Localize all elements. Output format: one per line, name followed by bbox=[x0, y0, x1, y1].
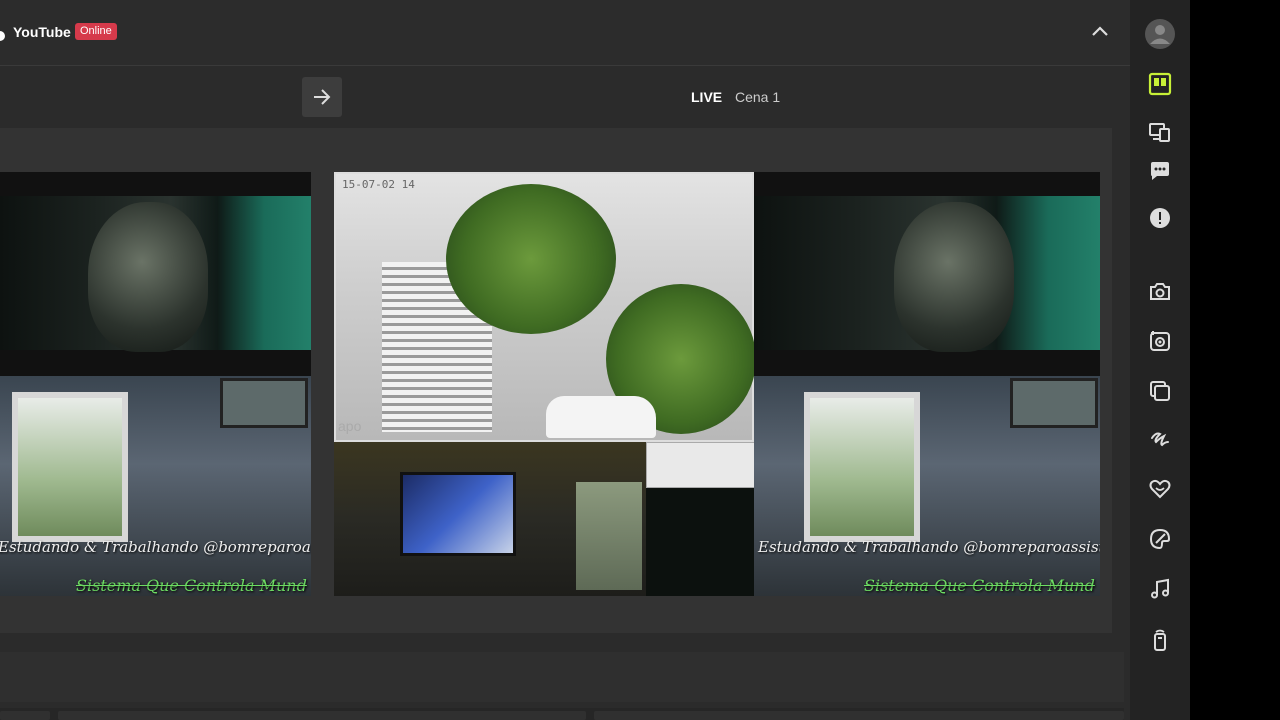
right-dock bbox=[1130, 0, 1190, 720]
platform-name: YouTube bbox=[13, 24, 71, 40]
layout-button[interactable] bbox=[1144, 68, 1176, 100]
plant-leaves bbox=[446, 184, 616, 334]
themes-button[interactable] bbox=[1144, 523, 1176, 555]
studio-app: YouTube Online LIVE Cena 1 Estudando & T… bbox=[0, 0, 1280, 720]
youtube-logo-icon bbox=[0, 31, 5, 41]
preview-panel-right[interactable]: Estudando & Trabalhando @bomreparoassist… bbox=[754, 172, 1100, 596]
transition-button[interactable] bbox=[302, 77, 342, 117]
strip-cell bbox=[0, 711, 50, 720]
person-face bbox=[894, 202, 1014, 352]
draw-button[interactable] bbox=[1144, 424, 1176, 456]
layers-button[interactable] bbox=[1144, 375, 1176, 407]
camera-button[interactable] bbox=[1144, 276, 1176, 308]
music-button[interactable] bbox=[1144, 573, 1176, 605]
snapshot-button[interactable] bbox=[1144, 325, 1176, 357]
fridge bbox=[576, 482, 642, 590]
remote-icon bbox=[1154, 629, 1166, 651]
snapshot-icon bbox=[1150, 331, 1170, 351]
destination-header: YouTube Online bbox=[0, 0, 1130, 66]
arrow-right-icon bbox=[314, 89, 331, 105]
donations-button[interactable] bbox=[1144, 473, 1176, 505]
person-face bbox=[88, 202, 208, 352]
layout-icon bbox=[1148, 72, 1172, 96]
tv-screen bbox=[220, 378, 308, 428]
monitor bbox=[400, 472, 516, 556]
program-preview[interactable]: 15-07-02 14 apo bbox=[334, 172, 764, 596]
room-scene bbox=[0, 376, 311, 596]
tv-screen bbox=[1010, 378, 1098, 428]
heart-icon bbox=[1149, 479, 1171, 499]
window bbox=[12, 392, 128, 542]
desk-camera-feed bbox=[334, 442, 646, 596]
alerts-button[interactable] bbox=[1144, 202, 1176, 234]
film-scene bbox=[754, 196, 1100, 352]
scene-name: Cena 1 bbox=[735, 89, 781, 105]
room-scene bbox=[754, 376, 1100, 596]
alert-icon bbox=[1150, 208, 1170, 228]
main-area: YouTube Online LIVE Cena 1 Estudando & T… bbox=[0, 0, 1130, 720]
scene-bar: LIVE Cena 1 bbox=[0, 67, 1130, 127]
chat-button[interactable] bbox=[1144, 155, 1176, 187]
chat-icon bbox=[1151, 162, 1169, 180]
live-label: LIVE bbox=[691, 89, 723, 105]
avatar-icon bbox=[1145, 19, 1175, 49]
strip-cell bbox=[58, 711, 586, 720]
preview-area: Estudando & Trabalhando @bomreparoassist… bbox=[0, 128, 1112, 633]
overlay-caption-system: Sistema Que Controla Mund bbox=[76, 576, 307, 595]
overlay-caption-system: Sistema Que Controla Mund bbox=[864, 576, 1095, 595]
camera-timestamp: 15-07-02 14 bbox=[342, 178, 415, 191]
layers-icon bbox=[1150, 381, 1170, 401]
overlay-caption-study: Estudando & Trabalhando @bomreparoassist… bbox=[758, 538, 1100, 556]
devices-button[interactable] bbox=[1144, 116, 1176, 148]
film-scene bbox=[0, 196, 311, 352]
scribble-icon bbox=[1151, 432, 1169, 447]
collapse-button[interactable] bbox=[1086, 18, 1114, 46]
security-camera-feed: 15-07-02 14 apo bbox=[334, 172, 756, 442]
remote-button[interactable] bbox=[1144, 624, 1176, 656]
bottom-panel bbox=[0, 652, 1124, 702]
strip-cell bbox=[594, 711, 1124, 720]
overlay-caption-study: Estudando & Trabalhando @bomreparoassist… bbox=[0, 538, 311, 556]
palette-icon bbox=[1149, 528, 1171, 550]
car bbox=[546, 396, 656, 438]
profile-button[interactable] bbox=[1144, 18, 1176, 50]
chevron-up-icon bbox=[1092, 26, 1108, 36]
preview-panel-left[interactable]: Estudando & Trabalhando @bomreparoassist… bbox=[0, 172, 311, 596]
devices-icon bbox=[1149, 123, 1170, 142]
music-icon bbox=[1151, 578, 1169, 599]
window bbox=[804, 392, 920, 542]
bottom-strip bbox=[0, 708, 1124, 720]
camera-icon bbox=[1150, 283, 1170, 300]
status-badge: Online bbox=[75, 23, 117, 40]
desktop-background bbox=[1190, 0, 1280, 720]
camera-logo: apo bbox=[338, 418, 362, 434]
window-capture bbox=[646, 442, 764, 488]
